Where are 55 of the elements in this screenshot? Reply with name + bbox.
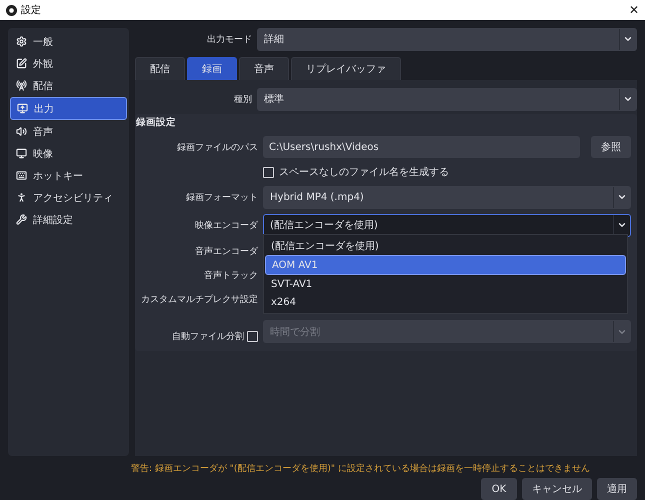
sidebar-item[interactable]: 映像 (10, 143, 127, 164)
dropdown[interactable]: Hybrid MP4 (.mp4) (263, 186, 631, 208)
field-label: 音声エンコーダ (194, 246, 258, 258)
monitor-icon (16, 148, 27, 159)
field-label: 種別 (233, 94, 252, 106)
tab[interactable]: 音声 (239, 57, 289, 80)
settings-icon (16, 36, 27, 47)
person-icon (16, 192, 27, 203)
dropdown-option[interactable]: AOM AV1 (265, 255, 626, 275)
caret-icon (623, 94, 633, 104)
dropdown-option[interactable]: SVT-AV1 (265, 275, 626, 293)
tools-icon (16, 214, 27, 225)
sidebar-item[interactable]: 出力 (10, 97, 127, 120)
window-title: 設定 (21, 4, 42, 17)
tab[interactable]: 配信 (135, 57, 185, 80)
field-label: カスタムマルチプレクサ設定 (140, 293, 258, 306)
caret-icon (617, 220, 627, 230)
sidebar-item[interactable]: 配信 (10, 75, 127, 96)
browse-button[interactable]: 参照 (591, 136, 631, 158)
field-label: 録画フォーマット (185, 192, 258, 204)
field-label: 録画ファイルのパス (176, 142, 258, 154)
monitor-icon (17, 103, 28, 114)
sidebar-item[interactable]: アクセシビリティ (10, 187, 127, 208)
dropdown[interactable]: 詳細 (257, 28, 637, 50)
path-field[interactable]: C:\Users\rushx\Videos (263, 136, 580, 158)
field-label: 音声トラック (203, 270, 258, 282)
keyboard-icon (16, 170, 27, 181)
caret-icon (617, 192, 627, 202)
sidebar-item[interactable]: ホットキー (10, 165, 127, 186)
sidebar-item[interactable]: 外観 (10, 53, 127, 74)
group-title: 録画設定 (136, 116, 177, 129)
sidebar-item[interactable]: 音声 (10, 121, 127, 142)
dialog-button[interactable]: 適用 (597, 478, 637, 500)
sidebar-item[interactable]: 詳細設定 (10, 209, 127, 230)
close-button[interactable]: ✕ (628, 3, 639, 17)
tab[interactable]: リプレイバッファ (291, 57, 401, 80)
app-logo-icon (6, 4, 17, 16)
speaker-icon (16, 126, 27, 137)
encoder-dropdown[interactable]: (配信エンコーダを使用) (263, 214, 631, 236)
antenna-icon (16, 80, 27, 91)
field-label: 自動ファイル分割 (172, 330, 244, 343)
sidebar-item[interactable]: 一般 (10, 31, 127, 52)
dropdown-option[interactable]: (配信エンコーダを使用) (265, 237, 626, 255)
dialog-button[interactable]: OK (481, 478, 517, 500)
dialog-button[interactable]: キャンセル (522, 478, 592, 500)
caret-icon (623, 34, 633, 44)
tab[interactable]: 録画 (187, 57, 237, 80)
field-label: 出力モード (206, 34, 252, 46)
dropdown-option[interactable]: x264 (265, 293, 626, 311)
field-label: 映像エンコーダ (194, 220, 258, 232)
pen-square-icon (16, 58, 27, 69)
checkbox[interactable] (263, 166, 274, 178)
checkbox-label: スペースなしのファイル名を生成する (279, 166, 449, 179)
warning-text: 警告: 録画エンコーダが "(配信エンコーダを使用)" に設定されている場合は録画を一時停止することはできません (130, 462, 591, 475)
dropdown[interactable]: 標準 (257, 88, 637, 110)
